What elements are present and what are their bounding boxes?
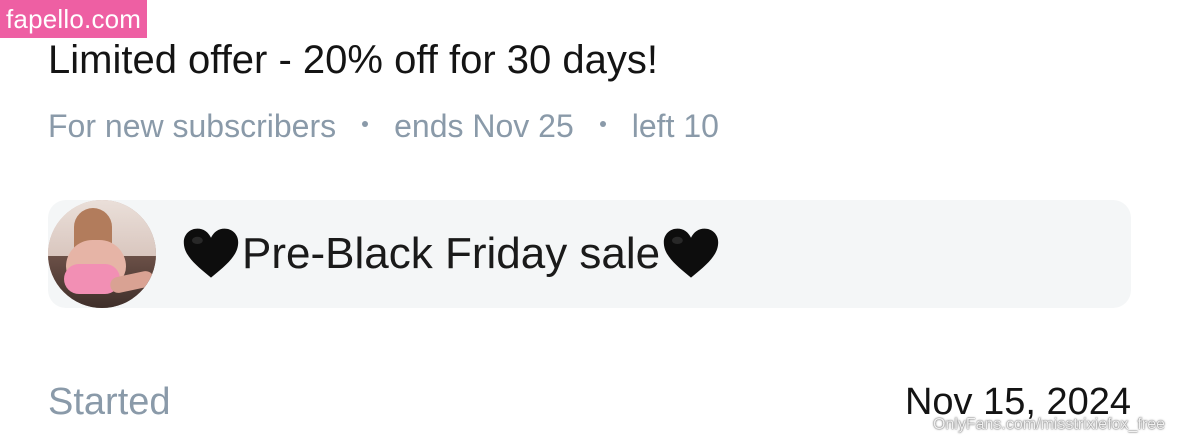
site-watermark: fapello.com: [0, 0, 148, 38]
offer-remaining: left 10: [631, 107, 719, 144]
footer-watermark: OnlyFans.com/misstrixiefox_free: [932, 416, 1165, 433]
avatar[interactable]: [48, 200, 156, 308]
promo-message-card: Pre-Black Friday sale: [48, 200, 1131, 308]
offer-end-date: ends Nov 25: [394, 107, 574, 144]
separator-dot: [362, 121, 369, 127]
offer-title: Limited offer - 20% off for 30 days!: [48, 38, 658, 82]
black-heart-icon: [663, 228, 719, 278]
separator-dot: [599, 121, 606, 127]
offer-audience: For new subscribers: [48, 107, 337, 144]
promo-message: Pre-Black Friday sale: [182, 226, 720, 282]
promo-message-text: Pre-Black Friday sale: [242, 229, 661, 278]
offer-meta: For new subscribers ends Nov 25 left 10: [48, 104, 719, 148]
started-label: Started: [48, 381, 171, 423]
black-heart-icon: [183, 228, 239, 278]
